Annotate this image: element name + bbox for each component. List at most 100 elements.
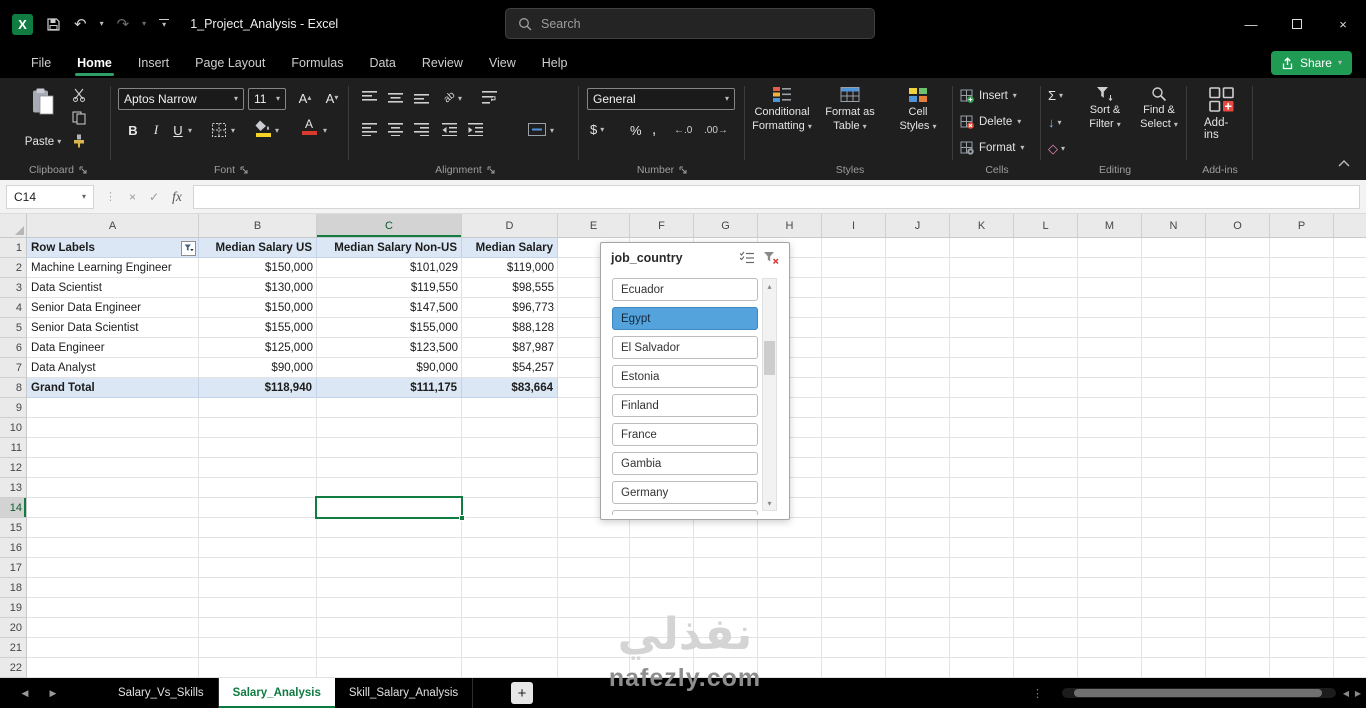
orientation-icon[interactable]: ab (442, 90, 458, 106)
column-header-M[interactable]: M (1078, 214, 1142, 237)
caret-down-icon[interactable]: ▾ (323, 127, 327, 135)
delete-cells-button[interactable]: Delete ▾ (960, 115, 1021, 129)
comma-style-button[interactable]: , (652, 121, 656, 138)
pivot-data-row-cell[interactable]: $119,550 (317, 278, 462, 298)
column-header-D[interactable]: D (462, 214, 558, 237)
row-header-3[interactable]: 3 (0, 278, 26, 298)
pivot-header-row-cell[interactable]: Median Salary (462, 238, 558, 258)
row-header-8[interactable]: 8 (0, 378, 26, 398)
sheet-nav-prev-icon[interactable]: ◀ (16, 678, 34, 708)
caret-down-icon[interactable]: ▾ (275, 127, 279, 135)
pivot-header-row-cell[interactable]: Median Salary Non-US (317, 238, 462, 258)
horizontal-scrollbar[interactable] (1062, 688, 1336, 698)
column-header-L[interactable]: L (1014, 214, 1078, 237)
sheet-tab-salary_analysis[interactable]: Salary_Analysis (218, 678, 335, 708)
insert-function-button[interactable]: fx (172, 189, 182, 205)
slicer-scroll-thumb[interactable] (764, 341, 775, 375)
decrease-indent-icon[interactable] (442, 123, 458, 136)
search-input[interactable] (541, 16, 821, 31)
horizontal-scroll-thumb[interactable] (1074, 689, 1322, 697)
row-header-18[interactable]: 18 (0, 578, 26, 598)
merge-center-icon[interactable] (528, 123, 546, 136)
search-box[interactable] (505, 8, 875, 39)
row-header-21[interactable]: 21 (0, 638, 26, 658)
align-right-icon[interactable] (414, 123, 430, 136)
autosum-button[interactable]: Σ ▾ (1048, 88, 1063, 103)
pivot-data-row-cell[interactable]: Data Engineer (27, 338, 199, 358)
format-cells-button[interactable]: Format ▾ (960, 141, 1024, 155)
font-size-select[interactable]: 11 ▾ (248, 88, 286, 110)
italic-button[interactable]: I (146, 120, 166, 140)
bold-button[interactable]: B (123, 120, 143, 140)
customize-quick-access-icon[interactable]: ▾ (159, 19, 169, 30)
pivot-data-row-cell[interactable]: $88,128 (462, 318, 558, 338)
decrease-font-size-button[interactable]: A ▾ (320, 88, 344, 108)
slicer-item-finland[interactable]: Finland (612, 394, 758, 417)
formula-input[interactable] (192, 184, 1360, 209)
increase-decimal-icon[interactable]: ←.0 (674, 125, 692, 136)
sort-filter-button[interactable]: Sort & Filter ▾ (1080, 86, 1130, 132)
sheet-tab-skill_salary_analysis[interactable]: Skill_Salary_Analysis (335, 678, 474, 708)
column-header-C[interactable]: C (317, 214, 462, 237)
cell-styles-button[interactable]: Cell Styles ▾ (886, 86, 950, 134)
pivot-data-row-cell[interactable]: $119,000 (462, 258, 558, 278)
pivot-data-row-cell[interactable]: $98,555 (462, 278, 558, 298)
accounting-format-button[interactable]: $ ▾ (590, 122, 604, 137)
column-header-J[interactable]: J (886, 214, 950, 237)
number-format-select[interactable]: General ▾ (587, 88, 735, 110)
slicer-multiselect-button[interactable] (735, 248, 759, 268)
pivot-header-row-cell[interactable]: Row Labels (27, 238, 199, 258)
align-top-icon[interactable] (362, 91, 378, 104)
font-dialog-launcher-icon[interactable] (240, 166, 248, 174)
pivot-data-row-cell[interactable]: Data Scientist (27, 278, 199, 298)
increase-font-size-button[interactable]: A ▴ (293, 88, 317, 108)
scroll-right-icon[interactable]: ▶ (1355, 678, 1361, 708)
pivot-data-row-cell[interactable]: $123,500 (317, 338, 462, 358)
slicer-item-egypt[interactable]: Egypt (612, 307, 758, 330)
menu-tab-insert[interactable]: Insert (125, 48, 182, 78)
cells-area[interactable]: Row Labels Median Salary US Median Salary … (27, 238, 1366, 678)
sheet-tab-salary_vs_skills[interactable]: Salary_Vs_Skills (104, 678, 219, 708)
number-dialog-launcher-icon[interactable] (679, 166, 687, 174)
row-header-14[interactable]: 14 (0, 498, 26, 518)
copy-icon[interactable] (72, 111, 86, 125)
pivot-data-row-cell[interactable]: $155,000 (199, 318, 317, 338)
row-header-20[interactable]: 20 (0, 618, 26, 638)
pivot-data-row-cell[interactable]: $147,500 (317, 298, 462, 318)
pivot-data-row-cell[interactable]: $90,000 (199, 358, 317, 378)
caret-down-icon[interactable]: ▾ (458, 95, 462, 103)
pivot-data-row-cell[interactable]: Machine Learning Engineer (27, 258, 199, 278)
menu-tab-view[interactable]: View (476, 48, 529, 78)
pivot-grand-total-row-cell[interactable]: Grand Total (27, 378, 199, 398)
row-header-15[interactable]: 15 (0, 518, 26, 538)
row-header-13[interactable]: 13 (0, 478, 26, 498)
row-header-5[interactable]: 5 (0, 318, 26, 338)
column-header-I[interactable]: I (822, 214, 886, 237)
clear-button[interactable]: ◇ ▾ (1048, 141, 1065, 157)
pivot-data-row-cell[interactable]: $87,987 (462, 338, 558, 358)
slicer-item-gambia[interactable]: Gambia (612, 452, 758, 475)
collapse-ribbon-button[interactable] (1338, 154, 1350, 172)
row-header-16[interactable]: 16 (0, 538, 26, 558)
cut-icon[interactable] (72, 88, 86, 102)
sheet-nav-next-icon[interactable]: ▶ (44, 678, 62, 708)
pivot-data-row-cell[interactable]: $101,029 (317, 258, 462, 278)
percent-style-button[interactable]: % (630, 123, 642, 138)
pivot-data-row-cell[interactable]: $150,000 (199, 298, 317, 318)
row-header-2[interactable]: 2 (0, 258, 26, 278)
minimize-button[interactable]: — (1228, 0, 1274, 48)
row-header-19[interactable]: 19 (0, 598, 26, 618)
align-bottom-icon[interactable] (414, 91, 430, 104)
menu-tab-data[interactable]: Data (356, 48, 408, 78)
pivot-grand-total-row-cell[interactable]: $118,940 (199, 378, 317, 398)
decrease-decimal-icon[interactable]: .00→ (704, 125, 728, 136)
name-box[interactable]: C14 ▾ (6, 184, 94, 209)
row-header-11[interactable]: 11 (0, 438, 26, 458)
menu-tab-file[interactable]: File (18, 48, 64, 78)
scroll-left-icon[interactable]: ◀ (1343, 678, 1349, 708)
font-name-select[interactable]: Aptos Narrow ▾ (118, 88, 244, 110)
pivot-data-row-cell[interactable]: $90,000 (317, 358, 462, 378)
alignment-dialog-launcher-icon[interactable] (487, 166, 495, 174)
caret-down-icon[interactable]: ▾ (188, 127, 192, 135)
slicer-scroll-down-icon[interactable]: ▾ (763, 496, 776, 510)
